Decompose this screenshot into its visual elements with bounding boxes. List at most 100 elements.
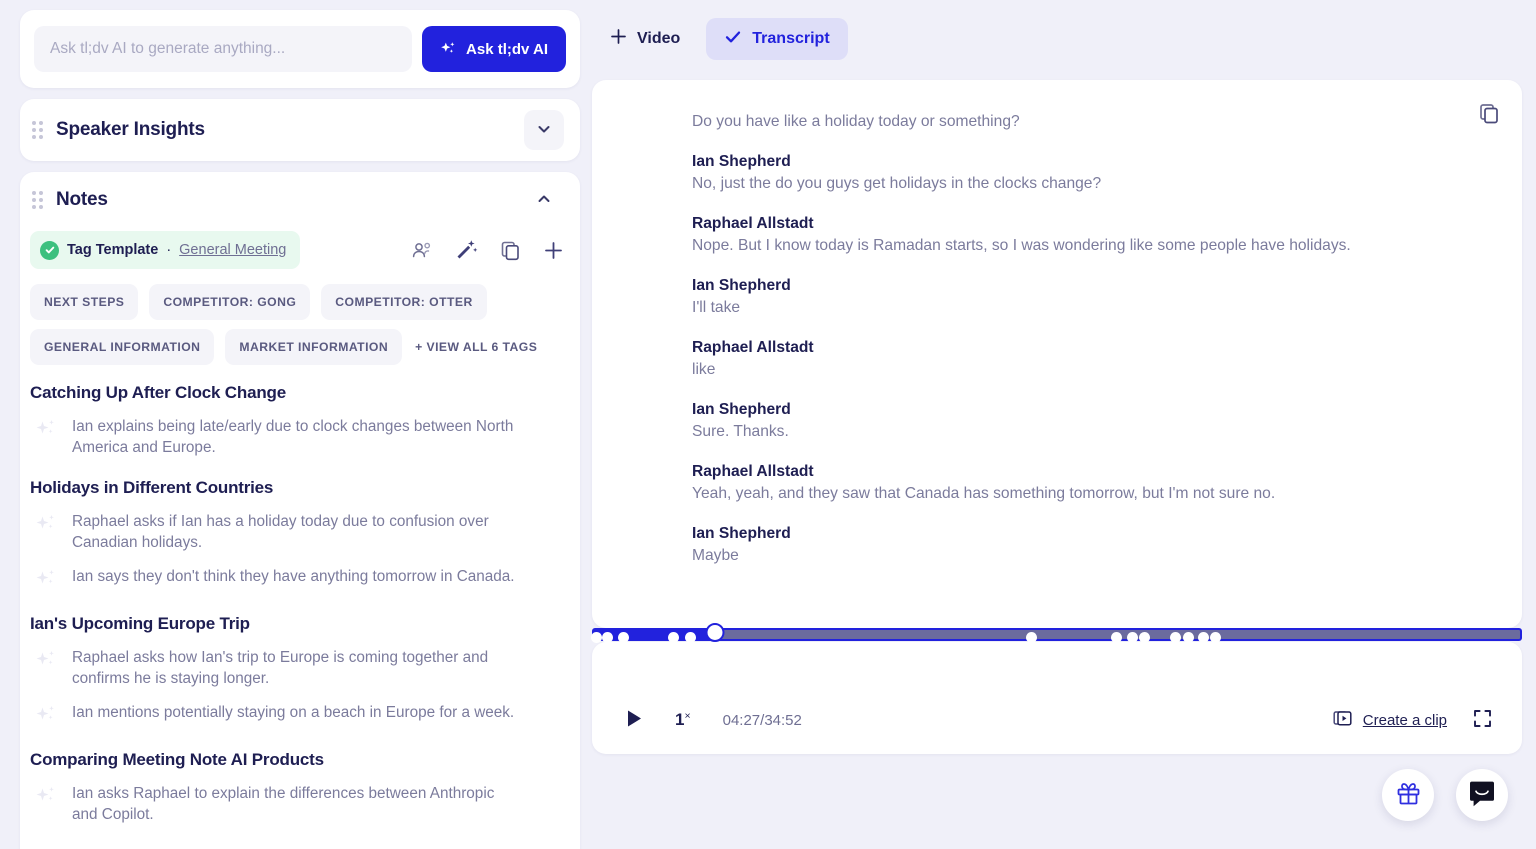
transcript-text: No, just the do you guys get holidays in… bbox=[692, 175, 1102, 192]
transcript-text: Nope. But I know today is Ramadan starts… bbox=[692, 237, 1351, 254]
sparkle-icon bbox=[440, 41, 457, 58]
note-item-text: Ian mentions potentially staying on a be… bbox=[72, 704, 515, 721]
clip-icon bbox=[1333, 709, 1352, 732]
transcript-text: I'll take bbox=[692, 299, 741, 316]
view-all-tags-button[interactable]: + VIEW ALL 6 TAGS bbox=[413, 329, 551, 365]
note-section-heading: Comparing Meeting Note AI Products bbox=[30, 750, 324, 769]
transcript-line: Do you have like a holiday today or some… bbox=[692, 113, 1020, 130]
copy-transcript-button[interactable] bbox=[1478, 102, 1500, 124]
note-item: Raphael asks if Ian has a holiday today … bbox=[30, 504, 564, 559]
playback-speed-button[interactable]: 1 × bbox=[675, 710, 691, 730]
transcript-speaker: Ian Shepherd bbox=[692, 401, 791, 418]
drag-handle-icon[interactable] bbox=[32, 191, 46, 209]
note-item: Ian asks Raphael to explain the differen… bbox=[30, 776, 564, 831]
timeline-marker[interactable] bbox=[591, 631, 603, 643]
gift-button[interactable] bbox=[1382, 769, 1434, 821]
sparkle-bullet-icon bbox=[36, 511, 58, 553]
transcript-text: Maybe bbox=[692, 547, 739, 564]
tab-transcript-label: Transcript bbox=[752, 30, 830, 47]
play-button[interactable] bbox=[626, 709, 643, 731]
timeline-marker[interactable] bbox=[1197, 631, 1209, 643]
left-panel: Ask tl;dv AI Speaker Insights Notes bbox=[20, 10, 580, 849]
tab-video[interactable]: Video bbox=[592, 18, 698, 60]
timeline-marker[interactable] bbox=[1126, 631, 1138, 643]
transcript-speaker: Ian Shepherd bbox=[692, 277, 791, 294]
transcript-turn: Ian Shepherd Maybe bbox=[692, 525, 1482, 567]
timeline-marker[interactable] bbox=[685, 631, 697, 643]
note-item-text: Raphael asks if Ian has a holiday today … bbox=[72, 513, 489, 551]
transcript-speaker: Raphael Allstadt bbox=[692, 215, 814, 232]
tag-chip[interactable]: NEXT STEPS bbox=[30, 284, 139, 320]
player-right-controls: Create a clip bbox=[1333, 709, 1492, 732]
timeline-marker[interactable] bbox=[1111, 631, 1123, 643]
play-icon bbox=[626, 709, 643, 731]
transcript-panel: Do you have like a holiday today or some… bbox=[592, 80, 1522, 628]
note-item: Ian mentions potentially staying on a be… bbox=[30, 695, 564, 736]
fullscreen-icon bbox=[1473, 709, 1492, 731]
player-bar: 1 × 04:27/34:52 Create a clip bbox=[591, 623, 1522, 754]
note-item: Raphael asks how Ian's trip to Europe is… bbox=[30, 640, 564, 695]
tag-chip[interactable]: GENERAL INFORMATION bbox=[30, 329, 215, 365]
notes-actions bbox=[411, 239, 564, 261]
transcript-turn: Raphael Allstadt Yeah, yeah, and they sa… bbox=[692, 463, 1482, 505]
timeline-marker[interactable] bbox=[1209, 631, 1221, 643]
transcript-speaker: Raphael Allstadt bbox=[692, 463, 814, 480]
tab-transcript[interactable]: Transcript bbox=[706, 18, 848, 60]
timeline-track[interactable] bbox=[591, 628, 1522, 643]
timeline-marker[interactable] bbox=[1169, 631, 1181, 643]
playback-speed-value: 1 bbox=[675, 710, 685, 729]
ask-ai-button-label: Ask tl;dv AI bbox=[466, 40, 548, 58]
note-item-text: Raphael asks how Ian's trip to Europe is… bbox=[72, 649, 489, 687]
drag-handle-icon[interactable] bbox=[32, 121, 46, 139]
magic-wand-icon[interactable] bbox=[455, 239, 478, 261]
transcript-turn: Ian Shepherd Sure. Thanks. bbox=[692, 401, 1482, 443]
create-clip-button[interactable]: Create a clip bbox=[1333, 709, 1447, 732]
tag-chip[interactable]: COMPETITOR: OTTER bbox=[321, 284, 487, 320]
tag-template-link[interactable]: General Meeting bbox=[179, 242, 286, 258]
timeline-marker[interactable] bbox=[601, 631, 613, 643]
tag-chip[interactable]: MARKET INFORMATION bbox=[225, 329, 403, 365]
notes-section: Notes Tag Template · General Meeting NEX… bbox=[20, 172, 580, 849]
note-section-heading: Ian's Upcoming Europe Trip bbox=[30, 614, 250, 633]
transcript-speaker: Ian Shepherd bbox=[692, 525, 791, 542]
playback-speed-suffix: × bbox=[684, 710, 691, 722]
sparkle-bullet-icon bbox=[36, 566, 58, 594]
transcript-turn: Raphael Allstadt Nope. But I know today … bbox=[692, 215, 1482, 257]
timeline-marker[interactable] bbox=[1025, 631, 1037, 643]
ask-ai-button[interactable]: Ask tl;dv AI bbox=[422, 26, 566, 72]
note-section-heading: Catching Up After Clock Change bbox=[30, 383, 286, 402]
plus-icon[interactable] bbox=[543, 240, 564, 261]
intercom-chat-button[interactable] bbox=[1456, 769, 1508, 821]
note-item-text: Ian asks Raphael to explain the differen… bbox=[72, 785, 495, 823]
tag-template-row: Tag Template · General Meeting bbox=[20, 230, 580, 270]
transcript-turn: Raphael Allstadt like bbox=[692, 339, 1482, 381]
fullscreen-button[interactable] bbox=[1473, 709, 1492, 731]
intercom-chat-icon bbox=[1467, 779, 1497, 812]
notes-title: Notes bbox=[56, 189, 108, 210]
sparkle-bullet-icon bbox=[36, 416, 58, 458]
transcript-scroll-area[interactable]: Do you have like a holiday today or some… bbox=[592, 80, 1522, 628]
notes-collapse-button[interactable] bbox=[524, 180, 564, 220]
sparkle-bullet-icon bbox=[36, 783, 58, 825]
timeline-scrubber[interactable] bbox=[591, 623, 1522, 644]
timeline-marker[interactable] bbox=[1182, 631, 1194, 643]
timeline-playhead[interactable] bbox=[705, 623, 725, 642]
tag-chips: NEXT STEPS COMPETITOR: GONG COMPETITOR: … bbox=[20, 270, 580, 365]
timeline-marker[interactable] bbox=[668, 631, 680, 643]
ask-ai-input[interactable] bbox=[34, 26, 413, 72]
timeline-marker[interactable] bbox=[1139, 631, 1151, 643]
ask-ai-bar: Ask tl;dv AI bbox=[20, 10, 580, 88]
transcript-speaker: Ian Shepherd bbox=[692, 153, 791, 170]
note-item: Ian says they don't think they have anyt… bbox=[30, 559, 564, 600]
tag-chip[interactable]: COMPETITOR: GONG bbox=[149, 284, 311, 320]
timeline-marker[interactable] bbox=[618, 631, 630, 643]
tag-template-label: Tag Template bbox=[67, 242, 159, 258]
speaker-insights-expand-button[interactable] bbox=[524, 110, 564, 150]
tag-template-pill[interactable]: Tag Template · General Meeting bbox=[30, 231, 301, 269]
speakers-icon[interactable] bbox=[411, 240, 433, 260]
copy-icon[interactable] bbox=[500, 240, 521, 261]
gift-icon bbox=[1396, 781, 1421, 809]
check-icon bbox=[724, 28, 742, 51]
note-item-text: Ian says they don't think they have anyt… bbox=[72, 568, 515, 585]
speaker-insights-section[interactable]: Speaker Insights bbox=[20, 99, 580, 161]
